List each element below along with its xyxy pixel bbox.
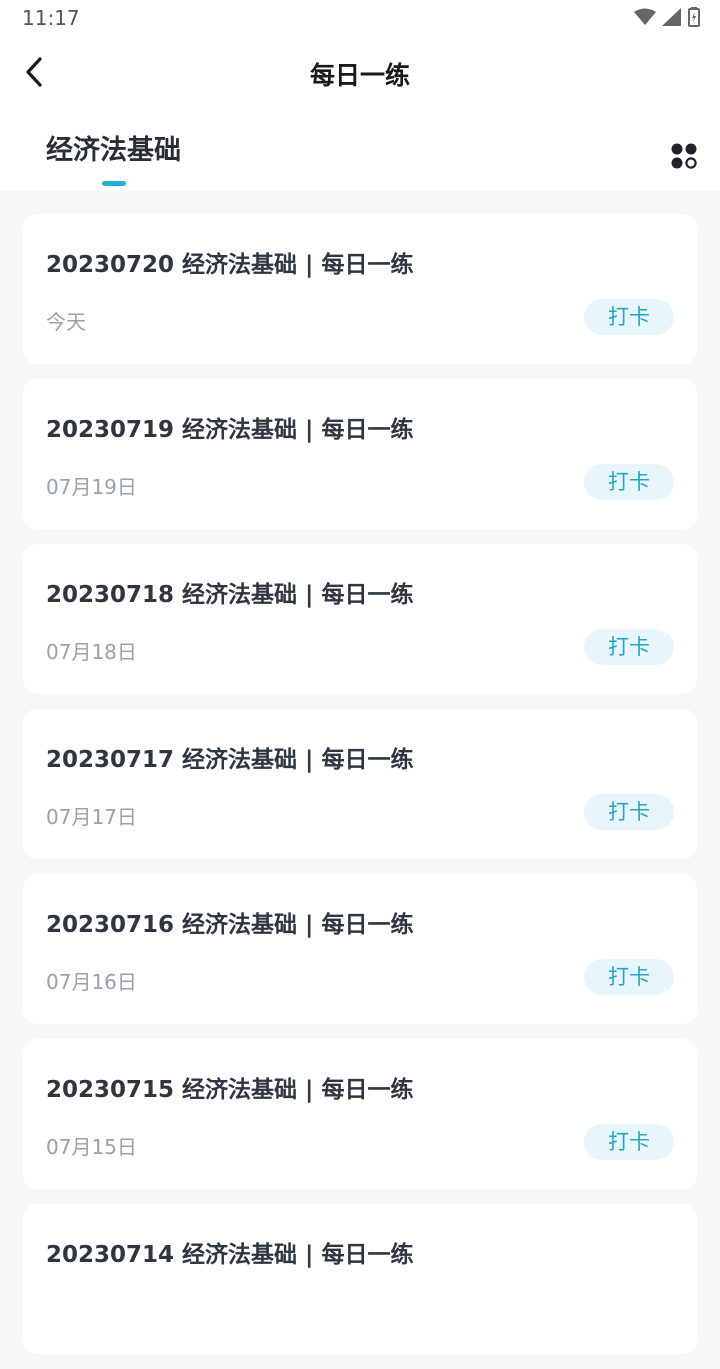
item-title: 20230715 经济法基础 | 每日一练 — [46, 1077, 414, 1103]
checkin-button[interactable]: 打卡 — [584, 794, 674, 830]
item-title: 20230714 经济法基础 | 每日一练 — [46, 1242, 414, 1268]
tab-row: 经济法基础 — [0, 108, 720, 191]
status-bar: 11:17 — [0, 0, 720, 36]
tab-active-indicator — [102, 181, 126, 186]
item-date: 07月15日 — [46, 1135, 137, 1159]
item-title: 20230717 经济法基础 | 每日一练 — [46, 747, 414, 773]
item-date: 07月17日 — [46, 805, 137, 829]
checkin-button[interactable]: 打卡 — [584, 959, 674, 995]
top-section: 11:17 每日一练 经济法基础 — [0, 0, 720, 191]
list-item[interactable]: 20230720 经济法基础 | 每日一练 今天 打卡 — [23, 214, 697, 364]
wifi-icon — [634, 8, 656, 25]
status-time: 11:17 — [22, 6, 80, 30]
item-title: 20230720 经济法基础 | 每日一练 — [46, 252, 414, 278]
list-item[interactable]: 20230719 经济法基础 | 每日一练 07月19日 打卡 — [23, 379, 697, 529]
list-item[interactable]: 20230717 经济法基础 | 每日一练 07月17日 打卡 — [23, 709, 697, 859]
nav-bar: 每日一练 — [0, 36, 720, 108]
item-date: 07月18日 — [46, 640, 137, 664]
checkin-button[interactable]: 打卡 — [584, 464, 674, 500]
battery-icon — [688, 7, 700, 27]
list-item[interactable]: 20230714 经济法基础 | 每日一练 — [23, 1204, 697, 1354]
signal-icon — [662, 8, 681, 26]
list-item[interactable]: 20230715 经济法基础 | 每日一练 07月15日 打卡 — [23, 1039, 697, 1189]
item-title: 20230718 经济法基础 | 每日一练 — [46, 582, 414, 608]
list-item[interactable]: 20230718 经济法基础 | 每日一练 07月18日 打卡 — [23, 544, 697, 694]
list-item[interactable]: 20230716 经济法基础 | 每日一练 07月16日 打卡 — [23, 874, 697, 1024]
tab-jingjifa-jichu[interactable]: 经济法基础 — [46, 128, 181, 186]
status-icons — [634, 7, 700, 27]
item-title: 20230719 经济法基础 | 每日一练 — [46, 417, 414, 443]
page-title: 每日一练 — [309, 61, 410, 90]
item-title: 20230716 经济法基础 | 每日一练 — [46, 912, 414, 938]
checkin-button[interactable]: 打卡 — [584, 629, 674, 665]
practice-list: 20230720 经济法基础 | 每日一练 今天 打卡 20230719 经济法… — [23, 214, 697, 1369]
item-date: 今天 — [46, 310, 86, 334]
checkin-button[interactable]: 打卡 — [584, 299, 674, 335]
tab-label: 经济法基础 — [46, 135, 181, 166]
item-date: 07月16日 — [46, 970, 137, 994]
grid-menu-icon[interactable] — [670, 142, 698, 170]
item-date: 07月19日 — [46, 475, 137, 499]
checkin-button[interactable]: 打卡 — [584, 1124, 674, 1160]
